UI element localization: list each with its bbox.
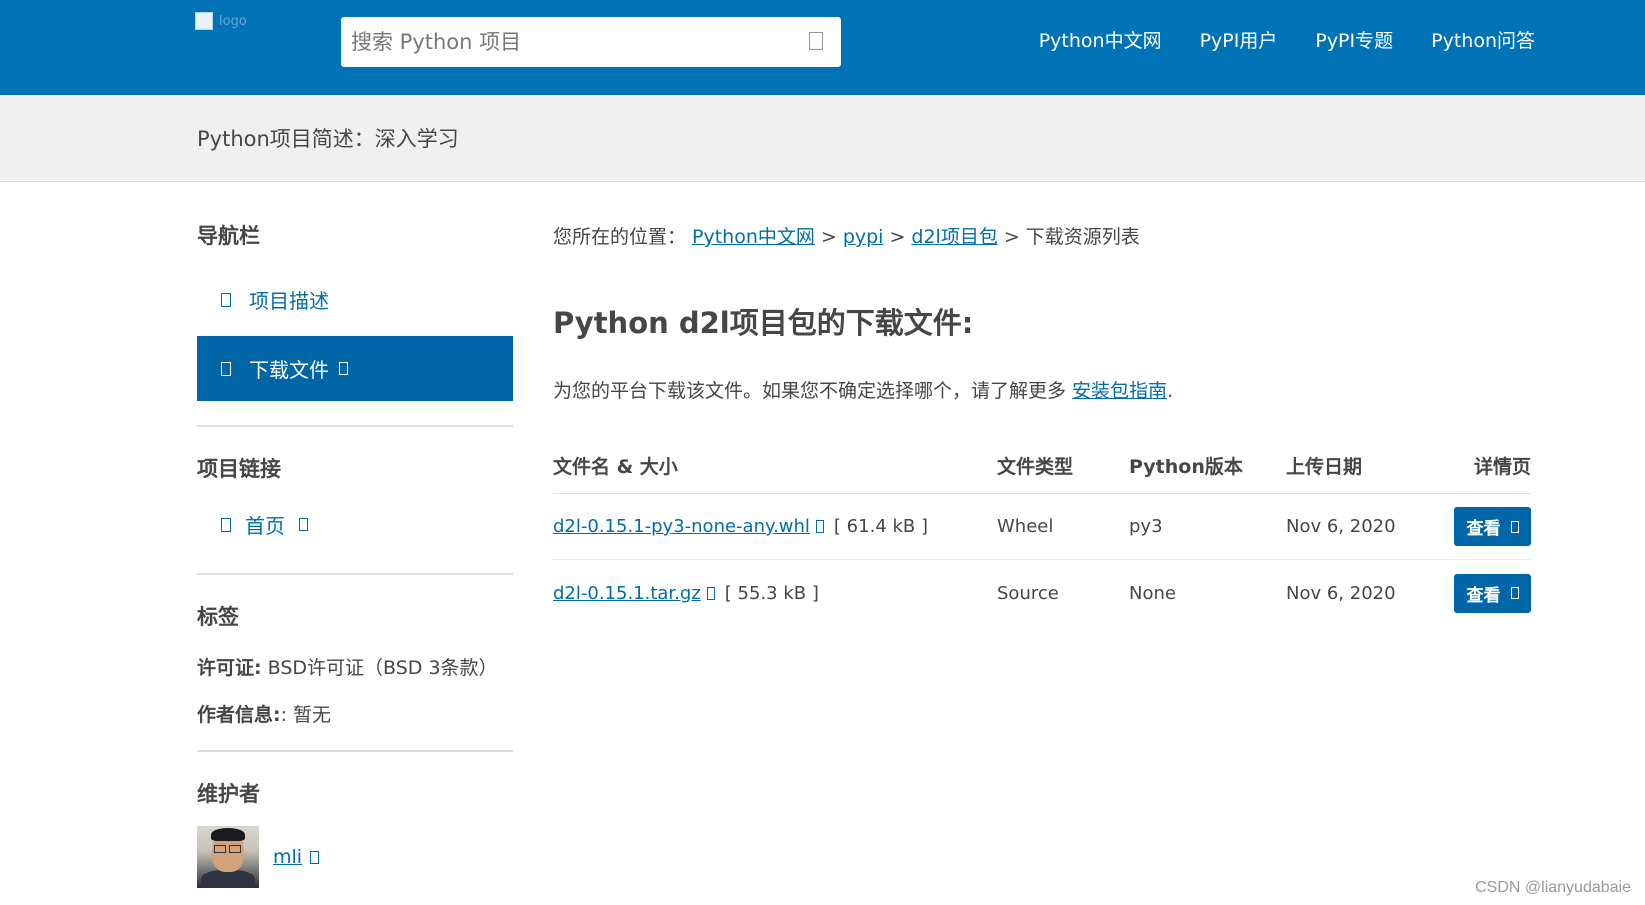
file-link[interactable]: d2l-0.15.1.tar.gz	[553, 583, 701, 604]
home-icon	[221, 517, 231, 532]
breadcrumb-prefix: 您所在的位置：	[553, 226, 687, 248]
file-link[interactable]: d2l-0.15.1-py3-none-any.whl	[553, 516, 810, 537]
upload-date: Nov 6, 2020	[1286, 582, 1396, 604]
breadcrumb: 您所在的位置： Python中文网 > pypi > d2l项目包 > 下载资源…	[553, 222, 1140, 249]
tags-heading: 标签	[197, 605, 239, 629]
th-upload-date: 上传日期	[1286, 456, 1363, 478]
sidebar-item-downloads[interactable]: 下载文件	[197, 336, 513, 401]
file-size: [ 61.4 kB ]	[833, 516, 928, 537]
th-filename: 文件名 & 大小	[553, 456, 678, 478]
external-link-icon	[310, 850, 320, 864]
topnav-pypi-topics[interactable]: PyPI专题	[1315, 26, 1393, 53]
th-details: 详情页	[1473, 456, 1531, 478]
top-header: logo Python中文网 PyPI用户 PyPI专题 Python问答	[0, 0, 1645, 95]
breadcrumb-current: 下载资源列表	[1025, 226, 1140, 248]
sidebar-item-description[interactable]: 项目描述	[197, 267, 513, 332]
th-filetype: 文件类型	[997, 456, 1074, 478]
details-cell: 查看	[1454, 560, 1531, 626]
file-cell: d2l-0.15.1.tar.gz [ 55.3 kB ]	[553, 560, 819, 626]
sidebar-item-label: 项目描述	[249, 289, 329, 313]
python-version: None	[1129, 582, 1176, 604]
search-icon[interactable]	[809, 32, 823, 50]
external-link-icon	[1510, 520, 1519, 533]
file-cell: d2l-0.15.1-py3-none-any.whl [ 61.4 kB ]	[553, 494, 928, 559]
intro-body: 为您的平台下载该文件。如果您不确定选择哪个，请了解更多	[553, 380, 1073, 402]
table-row: d2l-0.15.1.tar.gz [ 55.3 kB ] Source Non…	[553, 560, 1531, 626]
view-button-label: 查看	[1466, 519, 1501, 539]
external-link-icon	[299, 518, 308, 531]
maintainers-heading: 维护者	[197, 782, 260, 806]
external-link-icon	[1510, 587, 1519, 599]
table-row: d2l-0.15.1-py3-none-any.whl [ 61.4 kB ] …	[553, 494, 1531, 560]
topnav-pypi-users[interactable]: PyPI用户	[1200, 26, 1278, 53]
downloads-heading: Python d2l项目包的下载文件:	[553, 306, 974, 340]
search-box	[341, 17, 841, 67]
search-input[interactable]	[341, 17, 801, 67]
maintainer-name[interactable]: mli	[273, 846, 302, 868]
divider	[197, 750, 513, 752]
file-size: [ 55.3 kB ]	[724, 582, 819, 604]
homepage-link[interactable]: 首页	[221, 510, 308, 539]
homepage-link-label[interactable]: 首页	[245, 510, 285, 539]
intro-end: .	[1167, 380, 1174, 402]
breadcrumb-python-cn[interactable]: Python中文网	[692, 222, 815, 249]
install-guide-link[interactable]: 安装包指南	[1072, 380, 1167, 402]
author-label: 作者信息:	[197, 704, 281, 726]
site-logo[interactable]: logo	[195, 8, 253, 34]
book-icon	[221, 292, 231, 307]
downloads-table: 文件名 & 大小 文件类型 Python版本 上传日期 详情页 d2l-0.15…	[553, 438, 1531, 626]
divider	[197, 573, 513, 575]
project-title-bar: Python项目简述：深入学习	[0, 95, 1645, 182]
divider	[197, 425, 513, 427]
download-icon	[815, 520, 824, 533]
breadcrumb-sep: >	[820, 226, 837, 248]
logo-alt-text: logo	[219, 13, 247, 29]
top-nav: Python中文网 PyPI用户 PyPI专题 Python问答	[1039, 26, 1535, 53]
sidebar-item-label: 下载文件	[249, 358, 329, 382]
topnav-python-cn[interactable]: Python中文网	[1039, 26, 1162, 53]
upload-date: Nov 6, 2020	[1286, 516, 1396, 537]
topnav-python-qa[interactable]: Python问答	[1431, 26, 1535, 53]
file-type: Source	[997, 582, 1059, 604]
download-icon	[706, 586, 715, 600]
external-link-icon	[339, 362, 348, 375]
avatar[interactable]	[197, 826, 259, 888]
view-button[interactable]: 查看	[1454, 507, 1531, 546]
th-python-version: Python版本	[1129, 456, 1243, 478]
breadcrumb-pypi[interactable]: pypi	[843, 226, 884, 248]
download-icon	[221, 361, 231, 376]
intro-text: 为您的平台下载该文件。如果您不确定选择哪个，请了解更多 安装包指南.	[553, 376, 1173, 403]
license-info: 许可证: BSD许可证（BSD 3条款）	[197, 653, 498, 680]
python-version: py3	[1129, 516, 1163, 537]
breadcrumb-sep: >	[889, 226, 906, 248]
author-value: : 暂无	[280, 704, 332, 726]
license-value: BSD许可证（BSD 3条款）	[261, 657, 498, 679]
broken-image-icon	[195, 12, 213, 30]
file-type: Wheel	[997, 516, 1054, 537]
links-heading: 项目链接	[197, 457, 281, 481]
breadcrumb-sep: >	[1003, 226, 1020, 248]
author-info: 作者信息:: 暂无	[197, 700, 331, 727]
watermark: CSDN @lianyudabaie	[1475, 879, 1631, 896]
view-button-label: 查看	[1466, 585, 1501, 606]
details-cell: 查看	[1454, 494, 1531, 559]
table-header: 文件名 & 大小 文件类型 Python版本 上传日期 详情页	[553, 438, 1531, 494]
nav-heading: 导航栏	[197, 224, 260, 248]
maintainer-link[interactable]: mli	[273, 846, 320, 868]
page-title: Python项目简述：深入学习	[197, 127, 459, 151]
license-label: 许可证:	[197, 657, 262, 679]
breadcrumb-d2l[interactable]: d2l项目包	[911, 222, 997, 249]
view-button[interactable]: 查看	[1454, 573, 1531, 613]
